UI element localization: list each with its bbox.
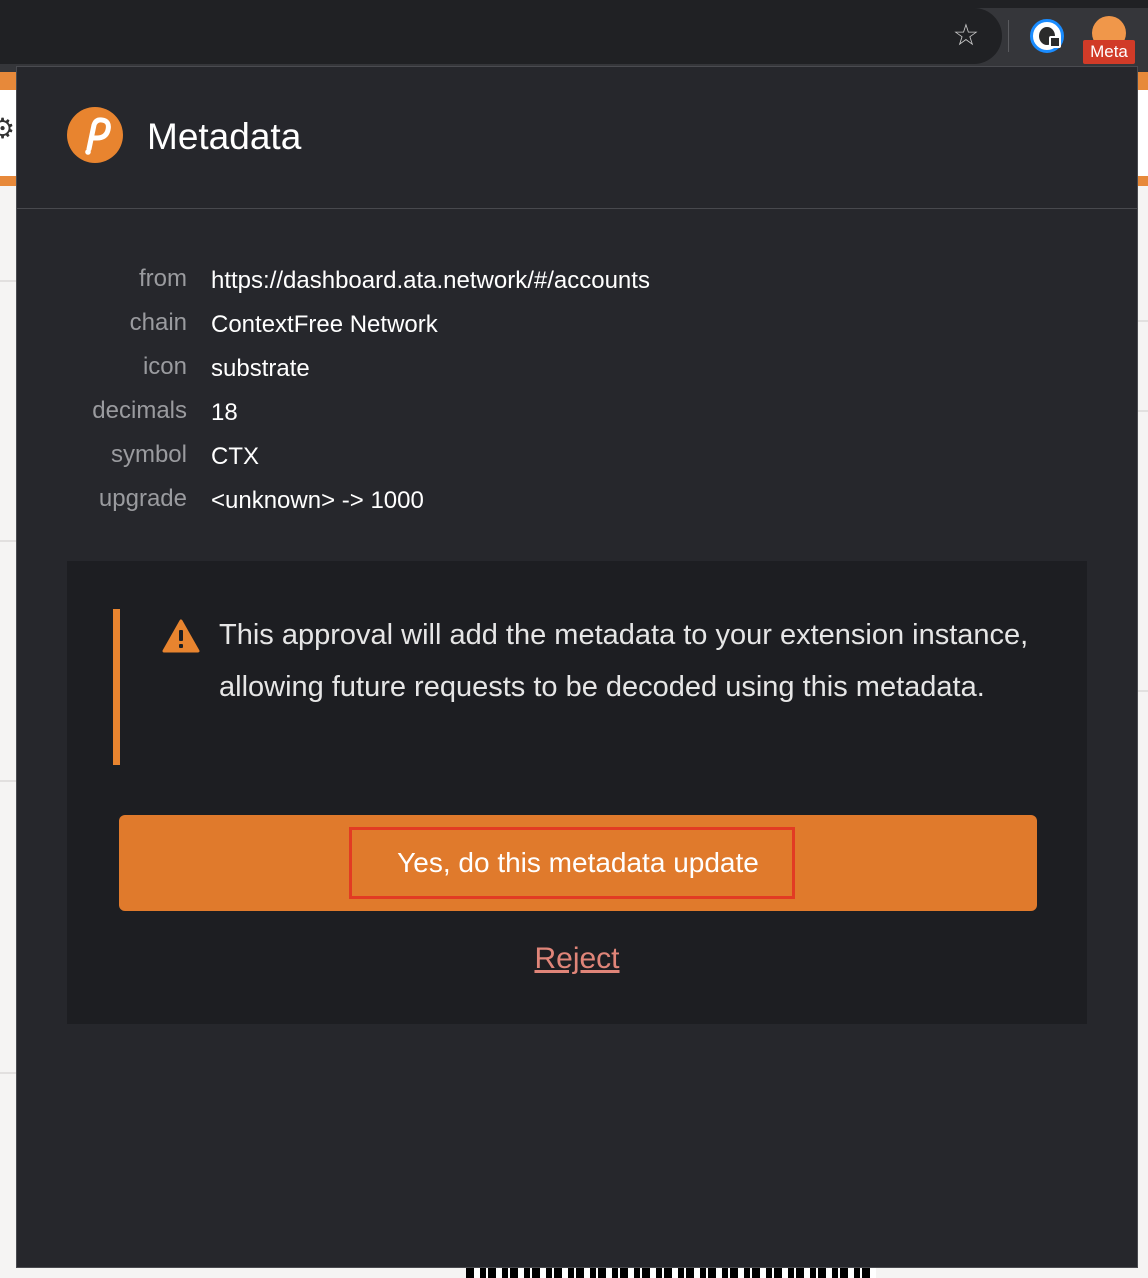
metadata-row-decimals: decimals 18 bbox=[17, 395, 1137, 439]
metadata-key: decimals bbox=[92, 397, 187, 424]
background-divider bbox=[1138, 410, 1148, 412]
toolbar-separator bbox=[1008, 20, 1009, 52]
metadata-details: from https://dashboard.ata.network/#/acc… bbox=[17, 263, 1137, 527]
background-divider bbox=[1138, 320, 1148, 322]
lock-icon bbox=[1049, 36, 1061, 48]
metadata-popup: Metadata from https://dashboard.ata.netw… bbox=[16, 66, 1138, 1268]
address-bar[interactable] bbox=[0, 8, 1002, 64]
metadata-key: upgrade bbox=[98, 485, 187, 512]
background-divider bbox=[1138, 690, 1148, 692]
approval-panel: This approval will add the metadata to y… bbox=[67, 561, 1087, 1024]
browser-tab-strip bbox=[0, 0, 1148, 8]
background-divider bbox=[0, 280, 16, 282]
metadata-row-upgrade: upgrade <unknown> -> 1000 bbox=[17, 483, 1137, 527]
popup-title: Metadata bbox=[147, 116, 302, 157]
polkadot-extension-button[interactable]: Meta bbox=[1082, 14, 1136, 66]
metadata-row-from: from https://dashboard.ata.network/#/acc… bbox=[17, 263, 1137, 307]
extension-badge: Meta bbox=[1083, 40, 1135, 64]
metadata-row-icon: icon substrate bbox=[17, 351, 1137, 395]
warning-icon bbox=[162, 619, 200, 653]
background-divider bbox=[0, 780, 16, 782]
warning-message: This approval will add the metadata to y… bbox=[219, 619, 1029, 703]
warning-box: This approval will add the metadata to y… bbox=[113, 609, 1028, 765]
star-icon[interactable]: ☆ bbox=[946, 16, 986, 56]
metadata-row-symbol: symbol CTX bbox=[17, 439, 1137, 483]
metadata-key: chain bbox=[129, 309, 187, 336]
metadata-value: substrate bbox=[211, 355, 310, 382]
metadata-value: <unknown> -> 1000 bbox=[211, 487, 424, 514]
reject-link[interactable]: Reject bbox=[67, 939, 1087, 979]
metadata-value: ContextFree Network bbox=[211, 311, 438, 338]
1password-icon[interactable] bbox=[1030, 19, 1064, 53]
approve-metadata-button[interactable]: Yes, do this metadata update bbox=[119, 815, 1037, 911]
metadata-key: from bbox=[139, 265, 187, 292]
metadata-key: symbol bbox=[110, 441, 187, 468]
polkadot-logo-icon bbox=[67, 107, 123, 163]
metadata-value: CTX bbox=[211, 443, 259, 470]
background-gear-icon: ⚙ bbox=[0, 112, 16, 145]
metadata-row-chain: chain ContextFree Network bbox=[17, 307, 1137, 351]
background-divider bbox=[0, 540, 16, 542]
approve-button-label: Yes, do this metadata update bbox=[397, 847, 759, 878]
metadata-value: 18 bbox=[211, 399, 238, 426]
metadata-value: https://dashboard.ata.network/#/accounts bbox=[211, 267, 650, 294]
popup-header: Metadata bbox=[17, 67, 1137, 209]
background-divider bbox=[0, 1072, 16, 1074]
metadata-key: icon bbox=[142, 353, 187, 380]
